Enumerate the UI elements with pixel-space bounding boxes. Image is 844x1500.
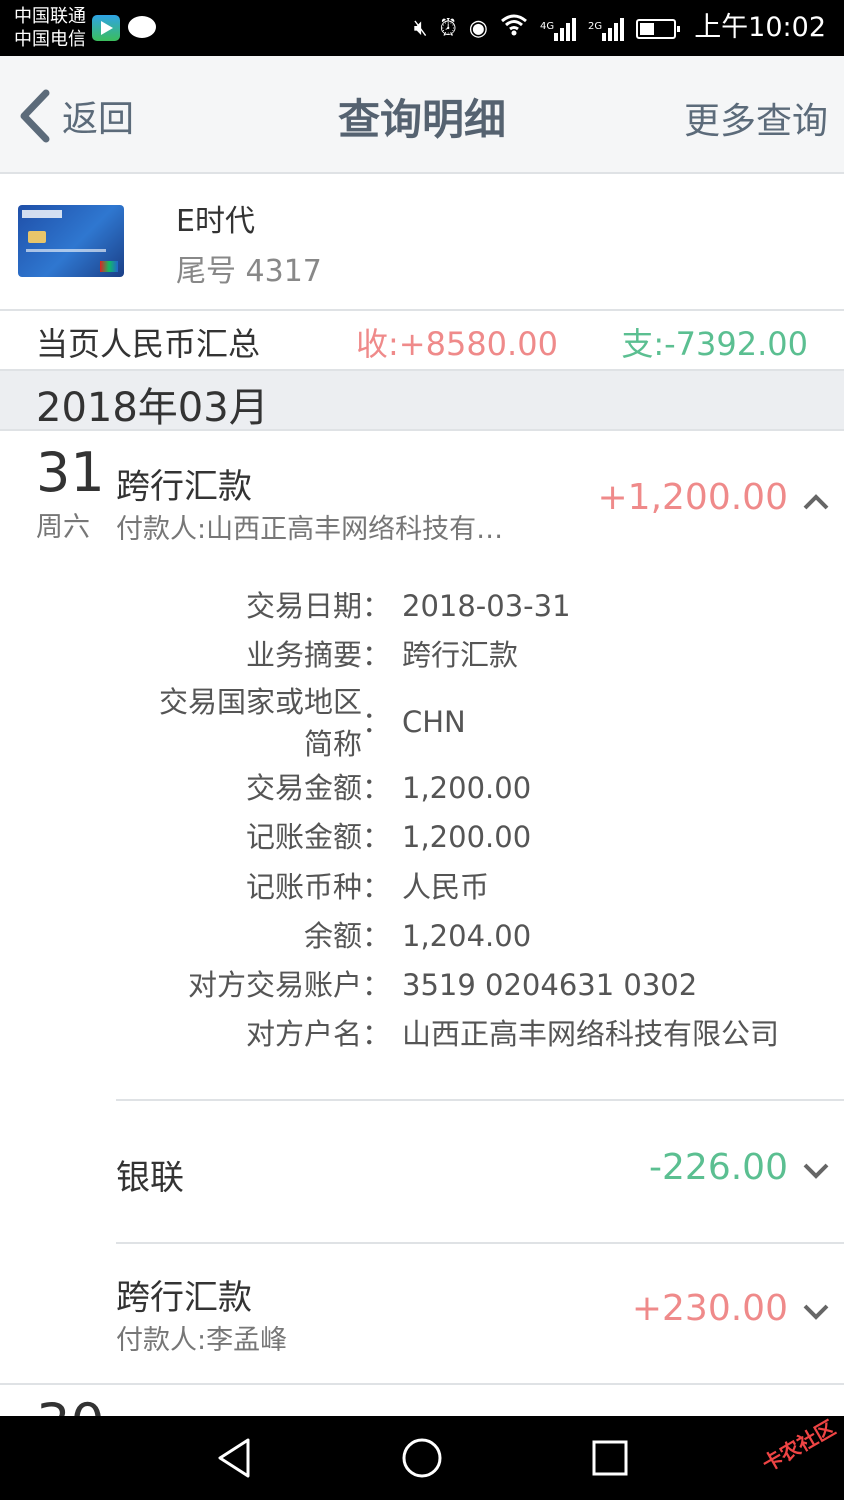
detail-value: CHN <box>402 705 466 739</box>
month-label: 2018年03月 <box>36 385 269 431</box>
card-name: E时代 <box>176 204 255 239</box>
chevron-down-icon[interactable] <box>802 1162 830 1180</box>
transaction-weekday: 周六 <box>36 512 90 543</box>
detail-value: 3519 0204631 0302 <box>402 968 698 1002</box>
summary-expense: 支:-7392.00 <box>621 325 808 363</box>
chevron-down-icon[interactable] <box>802 1303 830 1321</box>
detail-value: 2018-03-31 <box>402 589 571 623</box>
transaction-type: 跨行汇款 <box>116 1278 252 1318</box>
detail-label: 交易日期 <box>245 589 362 623</box>
transaction-type: 跨行汇款 <box>116 467 252 507</box>
battery-icon <box>636 19 680 39</box>
detail-value: 山西正高丰网络科技有限公司 <box>402 1017 780 1051</box>
detail-label: 交易国家或地区简称 <box>158 685 362 761</box>
detail-label: 对方户名 <box>245 1017 362 1051</box>
detail-label: 记账币种 <box>245 870 362 904</box>
detail-value: 1,204.00 <box>402 919 532 953</box>
home-nav-icon[interactable] <box>400 1436 444 1480</box>
summary-income: 收:+8580.00 <box>356 325 558 363</box>
network-2g-label: 2G <box>588 21 603 32</box>
carrier-label-2: 中国电信 <box>14 29 86 50</box>
transaction-amount: -226.00 <box>649 1147 788 1188</box>
back-nav-icon[interactable] <box>212 1436 256 1480</box>
detail-label: 对方交易账户 <box>187 968 362 1002</box>
detail-label: 余额 <box>303 919 362 953</box>
next-day-partial: 30 <box>36 1394 105 1416</box>
status-icons: 🔇︎ ⏰︎ ◉ 4G 2G <box>413 14 680 44</box>
recents-nav-icon[interactable] <box>588 1436 632 1480</box>
watermark-logo: 卡农社区 <box>758 1415 840 1477</box>
detail-label: 记账金额 <box>245 820 362 854</box>
divider <box>116 1099 844 1101</box>
message-icon <box>128 16 156 38</box>
eye-comfort-icon: ◉ <box>468 16 488 41</box>
carrier-label-1: 中国联通 <box>14 6 86 27</box>
mute-icon: 🔇︎ <box>413 16 428 41</box>
detail-value: 跨行汇款 <box>402 638 519 672</box>
detail-label: 业务摘要 <box>245 638 362 672</box>
transaction-type: 银联 <box>116 1158 184 1198</box>
account-card: E时代 尾号 4317 <box>0 174 844 311</box>
wifi-icon <box>500 14 528 44</box>
transaction-payer: 付款人:李孟峰 <box>116 1325 288 1356</box>
status-time: 上午10:02 <box>694 12 826 43</box>
status-bar: 中国联通 中国电信 🔇︎ ⏰︎ ◉ 4G 2G 上午10:02 <box>0 0 844 56</box>
transaction-amount: +1,200.00 <box>597 477 788 518</box>
card-tail-number: 尾号 4317 <box>176 254 322 289</box>
bank-card-image <box>18 205 124 277</box>
signal-2g-icon: 2G <box>588 15 624 43</box>
transaction-payer: 付款人:山西正高丰网络科技有… <box>116 514 504 545</box>
chevron-up-icon[interactable] <box>802 493 830 511</box>
month-header: 2018年03月 <box>0 371 844 431</box>
system-nav-bar: 卡农社区 <box>0 1415 844 1500</box>
detail-value: 人民币 <box>402 870 490 904</box>
network-4g-label: 4G <box>540 21 555 32</box>
page-summary: 当页人民币汇总 收:+8580.00 支:-7392.00 <box>0 311 844 371</box>
alarm-icon: ⏰︎ <box>439 16 457 41</box>
divider <box>0 1383 844 1385</box>
detail-value: 1,200.00 <box>402 820 532 854</box>
detail-label: 交易金额 <box>245 771 362 805</box>
divider <box>116 1242 844 1244</box>
more-query-button[interactable]: 更多查询 <box>684 92 828 144</box>
transaction-day: 31 <box>36 441 105 504</box>
detail-value: 1,200.00 <box>402 771 532 805</box>
summary-label: 当页人民币汇总 <box>36 325 261 363</box>
carrier-info: 中国联通 中国电信 <box>14 5 86 51</box>
app-header: 返回 查询明细 更多查询 <box>0 56 844 174</box>
video-app-icon <box>92 15 120 41</box>
transaction-amount: +230.00 <box>631 1288 788 1329</box>
signal-4g-icon: 4G <box>540 15 576 43</box>
